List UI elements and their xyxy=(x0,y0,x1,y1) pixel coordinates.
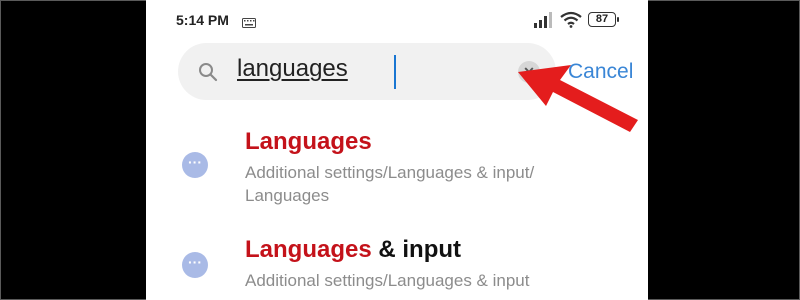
phone-screen: 5:14 PM 87 languages Cancel ··· Language… xyxy=(146,0,648,300)
more-icon: ··· xyxy=(182,252,208,278)
signal-icon xyxy=(534,12,554,33)
search-bar[interactable]: languages ✕ xyxy=(178,43,556,100)
annotation-arrow-icon xyxy=(516,62,640,139)
search-icon xyxy=(198,62,218,87)
more-icon: ··· xyxy=(182,152,208,178)
result-title: Languages xyxy=(245,128,372,155)
list-item[interactable]: ··· Languages Additional settings/Langua… xyxy=(146,128,648,210)
battery-nub xyxy=(617,17,619,22)
wifi-icon xyxy=(560,11,582,33)
text-caret xyxy=(394,55,396,89)
list-item[interactable]: ··· Languages & input Additional setting… xyxy=(146,236,648,300)
keyboard-icon xyxy=(242,15,256,33)
result-path: Additional settings/Languages & input/ L… xyxy=(245,163,535,205)
search-input[interactable]: languages xyxy=(237,55,348,83)
result-path: Additional settings/Languages & input xyxy=(245,271,530,290)
battery-icon: 87 xyxy=(588,12,616,27)
result-title: Languages & input xyxy=(245,236,462,263)
status-time: 5:14 PM xyxy=(176,12,229,28)
